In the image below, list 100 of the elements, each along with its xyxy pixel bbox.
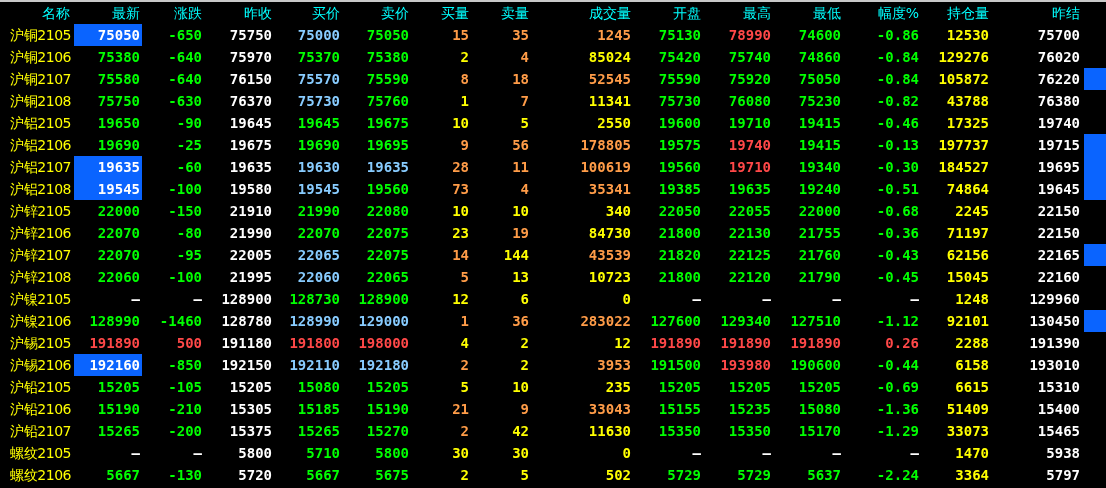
column-header[interactable]: 买量 bbox=[411, 2, 471, 24]
table-cell-text: 19415 bbox=[797, 136, 842, 155]
table-cell-text: 500 bbox=[175, 334, 203, 353]
table-cell-text: 192150 bbox=[220, 356, 273, 375]
contract-name: 沪锌2107 bbox=[9, 246, 72, 265]
table-cell-text: 1248 bbox=[954, 290, 990, 309]
table-cell-text: -630 bbox=[167, 92, 203, 111]
table-cell-text: 19635 bbox=[365, 158, 410, 177]
column-header[interactable]: 昨结 bbox=[991, 2, 1082, 24]
table-cell-text: — bbox=[192, 444, 203, 463]
contract-name: 沪铝2106 bbox=[9, 136, 72, 155]
column-header[interactable]: 持仓量 bbox=[921, 2, 991, 24]
table-cell-text: 100619 bbox=[579, 158, 632, 177]
table-cell-text: 22070 bbox=[296, 224, 341, 243]
column-header[interactable]: 成交量 bbox=[531, 2, 633, 24]
table-cell-text: 19415 bbox=[797, 114, 842, 133]
table-cell-text: 76370 bbox=[228, 92, 273, 111]
column-header[interactable]: 卖价 bbox=[342, 2, 411, 24]
table-cell-text: 5 bbox=[519, 114, 530, 133]
table-cell-text: -0.44 bbox=[875, 356, 920, 375]
contract-name: 沪铝2108 bbox=[9, 180, 72, 199]
table-cell-text: 19635 bbox=[727, 180, 772, 199]
column-header[interactable]: 买价 bbox=[274, 2, 342, 24]
table-cell: 19635 bbox=[74, 156, 142, 178]
column-header[interactable]: 昨收 bbox=[204, 2, 274, 24]
table-cell-text: 22050 bbox=[657, 202, 702, 221]
table-cell-text: — bbox=[130, 290, 141, 309]
table-cell-text: — bbox=[831, 290, 842, 309]
table-cell-text: 15 bbox=[451, 26, 470, 45]
table-cell-text: 21800 bbox=[657, 224, 702, 243]
table-cell-text: 21990 bbox=[296, 202, 341, 221]
column-header[interactable]: 最新 bbox=[72, 2, 142, 24]
table-cell-text: -2.24 bbox=[875, 466, 920, 485]
table-cell-text: 21995 bbox=[228, 268, 273, 287]
table-cell-text: 30 bbox=[451, 444, 470, 463]
table-cell-text: 19545 bbox=[296, 180, 341, 199]
table-cell-text: 15205 bbox=[797, 378, 842, 397]
table-cell-text: -100 bbox=[167, 268, 203, 287]
table-cell-text: 76150 bbox=[228, 70, 273, 89]
table-cell-text: 192180 bbox=[357, 356, 410, 375]
column-header[interactable]: 最低 bbox=[773, 2, 843, 24]
table-cell-text: 5 bbox=[519, 466, 530, 485]
table-cell-text: 1470 bbox=[954, 444, 990, 463]
table-cell-text: 22160 bbox=[1036, 268, 1081, 287]
contract-name: 沪铝2107 bbox=[9, 158, 72, 177]
table-cell-text: 35 bbox=[511, 26, 530, 45]
table-cell-text: 19675 bbox=[365, 114, 410, 133]
table-cell-text: 75580 bbox=[96, 70, 141, 89]
contract-name: 沪铜2107 bbox=[9, 70, 72, 89]
table-cell-text: 19675 bbox=[228, 136, 273, 155]
table-cell-text: -80 bbox=[175, 224, 203, 243]
table-cell-text: 75750 bbox=[228, 26, 273, 45]
table-cell-text: 22125 bbox=[727, 246, 772, 265]
contract-name: 沪锌2108 bbox=[9, 268, 72, 287]
table-cell-text: 19695 bbox=[365, 136, 410, 155]
table-cell-text: 19575 bbox=[657, 136, 702, 155]
table-cell-text: -0.84 bbox=[875, 48, 920, 67]
table-cell-text: -640 bbox=[167, 48, 203, 67]
table-cell-text: 19560 bbox=[657, 158, 702, 177]
table-cell-text: 62156 bbox=[945, 246, 990, 265]
table-cell-text: 129000 bbox=[357, 312, 410, 331]
column-header[interactable]: 幅度% bbox=[843, 2, 921, 24]
table-cell-text: 0 bbox=[621, 444, 632, 463]
column-header[interactable]: 卖量 bbox=[471, 2, 531, 24]
table-cell-text: 75700 bbox=[1036, 26, 1081, 45]
table-cell-text: 2 bbox=[519, 334, 530, 353]
table-cell-text: 75050 bbox=[365, 26, 410, 45]
table-cell-text: 76020 bbox=[1036, 48, 1081, 67]
column-header[interactable]: 开盘 bbox=[633, 2, 703, 24]
table-cell-text: 19600 bbox=[657, 114, 702, 133]
table-cell-text: — bbox=[192, 290, 203, 309]
table-cell-text: 22165 bbox=[1036, 246, 1081, 265]
table-cell-text: 21990 bbox=[228, 224, 273, 243]
contract-name: 沪铅2106 bbox=[9, 400, 72, 419]
table-cell-text: — bbox=[909, 290, 920, 309]
table-cell-text: 51409 bbox=[945, 400, 990, 419]
table-cell-text: 19740 bbox=[1036, 114, 1081, 133]
table-cell-text: 4 bbox=[519, 180, 530, 199]
table-cell-text: -640 bbox=[167, 70, 203, 89]
table-cell-text: 19645 bbox=[1036, 180, 1081, 199]
table-cell-text: 15205 bbox=[228, 378, 273, 397]
table-cell-text: 35341 bbox=[587, 180, 632, 199]
table-cell-text: 15205 bbox=[96, 378, 141, 397]
table-cell-text: 5 bbox=[459, 268, 470, 287]
table-cell-text: 15375 bbox=[228, 422, 273, 441]
table-cell-text: -0.36 bbox=[875, 224, 920, 243]
table-cell-text: 128780 bbox=[220, 312, 273, 331]
table-cell-text: 43788 bbox=[945, 92, 990, 111]
table-cell-text: 2 bbox=[459, 48, 470, 67]
table-cell-text: 178805 bbox=[579, 136, 632, 155]
table-cell-text: — bbox=[761, 290, 772, 309]
column-header[interactable]: 名称 bbox=[0, 2, 72, 24]
table-cell-text: -25 bbox=[175, 136, 203, 155]
table-cell-text: 190600 bbox=[789, 356, 842, 375]
column-header[interactable]: 最高 bbox=[703, 2, 773, 24]
contract-name: 沪锌2105 bbox=[9, 202, 72, 221]
table-cell-text: 184527 bbox=[937, 158, 990, 177]
table-cell-text: 76380 bbox=[1036, 92, 1081, 111]
column-header[interactable]: 涨跌 bbox=[142, 2, 204, 24]
table-cell-text: 22070 bbox=[96, 224, 141, 243]
